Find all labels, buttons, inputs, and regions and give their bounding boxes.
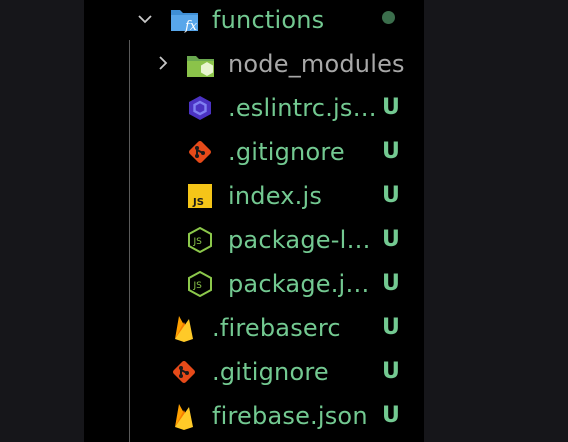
file-label: package.j… xyxy=(228,270,370,298)
folder-label: node_modules xyxy=(228,50,405,78)
chevron-right-icon[interactable] xyxy=(156,56,170,70)
untracked-badge: U xyxy=(382,315,400,340)
explorer-folder-functions[interactable]: fx functions xyxy=(84,0,424,44)
editor-window: fx functions node_modules .eslintrc.js… xyxy=(0,0,568,442)
activity-bar xyxy=(0,0,84,442)
untracked-badge: U xyxy=(382,403,400,428)
chevron-down-icon[interactable] xyxy=(138,12,152,26)
svg-text:fx: fx xyxy=(184,19,198,34)
folder-node-icon xyxy=(187,56,214,77)
file-label: .gitignore xyxy=(228,138,345,166)
explorer-file-gitignore[interactable]: .gitignore U xyxy=(84,132,424,176)
file-explorer: fx functions node_modules .eslintrc.js… xyxy=(84,0,424,442)
firebase-icon xyxy=(175,316,193,342)
untracked-badge: U xyxy=(382,183,400,208)
explorer-file-firebaserc[interactable]: .firebaserc U xyxy=(84,308,424,352)
file-label: .gitignore xyxy=(212,358,329,386)
svg-text:JS: JS xyxy=(192,197,204,208)
explorer-file-firebase-json[interactable]: firebase.json U xyxy=(84,396,424,440)
javascript-icon: JS xyxy=(188,184,212,208)
explorer-file-gitignore-root[interactable]: .gitignore U xyxy=(84,352,424,396)
untracked-badge: U xyxy=(382,271,400,296)
untracked-badge: U xyxy=(382,359,400,384)
svg-text:JS: JS xyxy=(193,281,203,291)
firebase-icon xyxy=(175,404,193,430)
explorer-file-package-json[interactable]: JS package.j… U xyxy=(84,264,424,308)
modified-dot xyxy=(382,11,395,24)
git-icon xyxy=(189,141,211,163)
file-label: .eslintrc.js… xyxy=(228,94,377,122)
nodejs-icon: JS xyxy=(188,271,212,297)
untracked-badge: U xyxy=(382,139,400,164)
file-label: package-l… xyxy=(228,226,371,254)
folder-functions-icon: fx xyxy=(171,10,198,34)
git-icon xyxy=(173,361,195,383)
explorer-folder-node-modules[interactable]: node_modules xyxy=(84,44,424,88)
file-label: firebase.json xyxy=(212,402,368,430)
file-label: index.js xyxy=(228,182,323,210)
untracked-badge: U xyxy=(382,227,400,252)
folder-label: functions xyxy=(212,6,325,34)
nodejs-icon: JS xyxy=(188,227,212,253)
explorer-file-index-js[interactable]: JS index.js U xyxy=(84,176,424,220)
untracked-badge: U xyxy=(382,95,400,120)
explorer-file-eslintrc[interactable]: .eslintrc.js… U xyxy=(84,88,424,132)
editor-area xyxy=(424,0,568,442)
eslint-icon xyxy=(189,96,211,120)
explorer-file-package-lock[interactable]: JS package-l… U xyxy=(84,220,424,264)
file-label: .firebaserc xyxy=(212,314,341,342)
svg-text:JS: JS xyxy=(193,237,203,247)
